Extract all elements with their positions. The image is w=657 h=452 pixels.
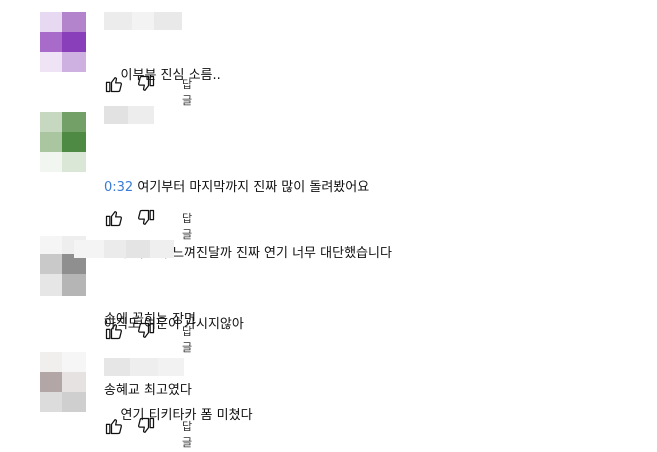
thumbs-up-icon[interactable]: [104, 416, 124, 436]
avatar[interactable]: [40, 12, 86, 72]
thumbs-down-icon[interactable]: [136, 416, 156, 436]
reply-button[interactable]: 답글: [182, 418, 192, 450]
reply-button[interactable]: 답글: [182, 323, 192, 355]
thumbs-down-icon[interactable]: [136, 74, 156, 94]
thumbs-up-icon[interactable]: [104, 208, 124, 228]
timestamp-link[interactable]: 0:32: [104, 180, 133, 195]
reply-button[interactable]: 답글: [182, 76, 192, 108]
thumbs-down-icon[interactable]: [136, 208, 156, 228]
thumbs-up-icon[interactable]: [104, 321, 124, 341]
comment-text: 연기 티키타카 폼 미쳤다: [104, 383, 253, 449]
comment-line: 여기부터 마지막까지 진짜 많이 돌려봤어요: [137, 180, 370, 195]
avatar[interactable]: [40, 112, 86, 172]
avatar[interactable]: [40, 352, 86, 412]
comment-line: 아직도 여운이 가시지않아: [104, 317, 244, 332]
thumbs-up-icon[interactable]: [104, 74, 124, 94]
reply-button[interactable]: 답글: [182, 210, 192, 242]
thumbs-down-icon[interactable]: [136, 321, 156, 341]
